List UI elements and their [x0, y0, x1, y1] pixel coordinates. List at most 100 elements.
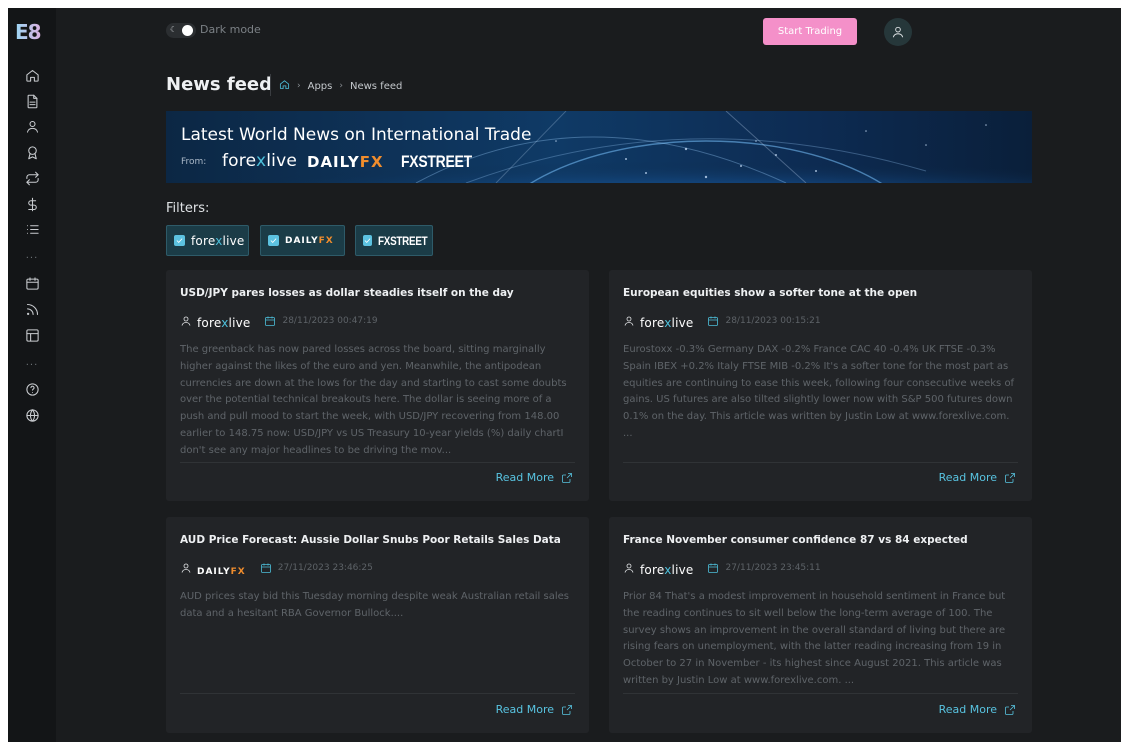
news-card: AUD Price Forecast: Aussie Dollar Snubs …: [166, 517, 589, 733]
globe-icon[interactable]: [22, 405, 42, 425]
news-date: 27/11/2023 23:45:11: [725, 563, 821, 573]
news-source: forexlive: [640, 312, 693, 331]
filter-chip-forexlive[interactable]: forexlive: [166, 225, 249, 256]
user-icon: [623, 312, 635, 331]
calendar-icon: [707, 312, 719, 331]
news-date: 28/11/2023 00:47:19: [282, 316, 378, 326]
external-link-icon: [562, 472, 572, 483]
read-more-link[interactable]: Read More: [496, 703, 573, 716]
user-icon: [892, 26, 904, 38]
list-icon[interactable]: [22, 219, 42, 239]
news-card: France November consumer confidence 87 v…: [609, 517, 1032, 733]
banner-from-label: From:: [181, 157, 207, 167]
news-date: 27/11/2023 23:46:25: [277, 563, 373, 573]
dark-mode-toggle[interactable]: ☾: [166, 23, 196, 38]
news-meta: forexlive 28/11/2023 00:15:21: [623, 312, 821, 331]
toggle-knob: [182, 25, 193, 36]
document-icon[interactable]: [22, 91, 42, 111]
home-icon[interactable]: [279, 79, 290, 93]
calendar-icon: [260, 559, 272, 578]
read-more-label: Read More: [495, 703, 554, 716]
layout-icon[interactable]: [22, 325, 42, 345]
news-meta: DAILYFX 27/11/2023 23:46:25: [180, 559, 373, 578]
calendar-icon: [707, 559, 719, 578]
news-excerpt: AUD prices stay bid this Tuesday morning…: [180, 591, 569, 619]
news-banner: Latest World News on International Trade…: [166, 111, 1032, 183]
card-divider: [180, 462, 575, 463]
fxstreet-logo: FXSTREET: [401, 152, 472, 171]
news-title: France November consumer confidence 87 v…: [623, 534, 968, 546]
app-logo[interactable]: E8: [15, 20, 51, 48]
rss-icon[interactable]: [22, 299, 42, 319]
main-content: ☾ Dark mode Start Trading News feed › Ap…: [56, 8, 1121, 742]
news-source: DAILYFX: [197, 559, 246, 578]
read-more-link[interactable]: Read More: [496, 471, 573, 484]
repeat-icon[interactable]: [22, 168, 42, 188]
external-link-icon: [1005, 704, 1015, 715]
fxstreet-logo: FXSTREET: [378, 233, 428, 248]
card-divider: [180, 693, 575, 694]
forexlive-logo: forexlive: [640, 562, 694, 577]
news-date: 28/11/2023 00:15:21: [725, 316, 821, 326]
home-icon[interactable]: [22, 65, 42, 85]
breadcrumb-item-current: News feed: [349, 80, 403, 92]
dailyfx-logo: DAILYFX: [197, 566, 246, 577]
read-more-label: Read More: [938, 471, 997, 484]
external-link-icon: [1005, 472, 1015, 483]
news-meta: forexlive 28/11/2023 00:47:19: [180, 312, 378, 331]
checkbox-checked-icon[interactable]: [268, 235, 279, 246]
start-trading-button[interactable]: Start Trading: [763, 18, 857, 45]
news-excerpt: Prior 84 That's a modest improvement in …: [623, 591, 1006, 686]
filters-label: Filters:: [166, 201, 210, 216]
banner-title: Latest World News on International Trade: [181, 125, 532, 145]
forexlive-logo: forexlive: [640, 315, 694, 330]
external-link-icon: [562, 704, 572, 715]
help-icon[interactable]: [22, 379, 42, 399]
filter-chip-fxstreet[interactable]: FXSTREET: [355, 225, 433, 256]
card-divider: [623, 462, 1018, 463]
dark-mode-label: Dark mode: [200, 23, 261, 36]
sidebar-separator: ...: [25, 357, 39, 368]
user-icon: [180, 312, 192, 331]
checkbox-checked-icon[interactable]: [363, 235, 372, 246]
user-avatar[interactable]: [884, 18, 912, 46]
breadcrumb: › Apps › News feed: [279, 79, 402, 93]
checkbox-checked-icon[interactable]: [174, 235, 185, 246]
dollar-icon[interactable]: [22, 194, 42, 214]
news-source: forexlive: [197, 312, 250, 331]
chevron-right-icon: ›: [297, 81, 301, 91]
news-card: USD/JPY pares losses as dollar steadies …: [166, 270, 589, 501]
read-more-link[interactable]: Read More: [939, 471, 1016, 484]
news-excerpt: The greenback has now pared losses acros…: [180, 344, 567, 456]
sidebar: E8 ... ...: [8, 8, 56, 742]
news-title: AUD Price Forecast: Aussie Dollar Snubs …: [180, 534, 561, 546]
dailyfx-logo: DAILYFX: [285, 235, 334, 246]
calendar-icon: [264, 312, 276, 331]
news-source: forexlive: [640, 559, 693, 578]
forexlive-logo: forexlive: [197, 315, 251, 330]
user-icon: [623, 559, 635, 578]
read-more-label: Read More: [938, 703, 997, 716]
filter-chip-dailyfx[interactable]: DAILYFX: [260, 225, 345, 256]
user-icon[interactable]: [22, 116, 42, 136]
chevron-right-icon: ›: [339, 81, 343, 91]
card-divider: [623, 693, 1018, 694]
news-title: USD/JPY pares losses as dollar steadies …: [180, 287, 514, 299]
forexlive-logo: forexlive: [222, 151, 298, 171]
top-bar: ☾ Dark mode Start Trading: [56, 8, 1121, 54]
news-card: European equities show a softer tone at …: [609, 270, 1032, 501]
forexlive-logo: forexlive: [191, 233, 245, 248]
award-icon[interactable]: [22, 142, 42, 162]
news-meta: forexlive 27/11/2023 23:45:11: [623, 559, 821, 578]
dailyfx-logo: DAILYFX: [307, 153, 384, 171]
globe-network-illustration: [166, 111, 1032, 183]
read-more-link[interactable]: Read More: [939, 703, 1016, 716]
calendar-icon[interactable]: [22, 273, 42, 293]
moon-icon: ☾: [170, 25, 178, 34]
title-divider: [270, 74, 271, 96]
read-more-label: Read More: [495, 471, 554, 484]
app-window: E8 ... ... ☾ Dark mode Start Trading New…: [8, 8, 1121, 742]
breadcrumb-item-apps[interactable]: Apps: [308, 81, 333, 92]
news-title: European equities show a softer tone at …: [623, 287, 918, 299]
sidebar-separator: ...: [25, 250, 39, 261]
